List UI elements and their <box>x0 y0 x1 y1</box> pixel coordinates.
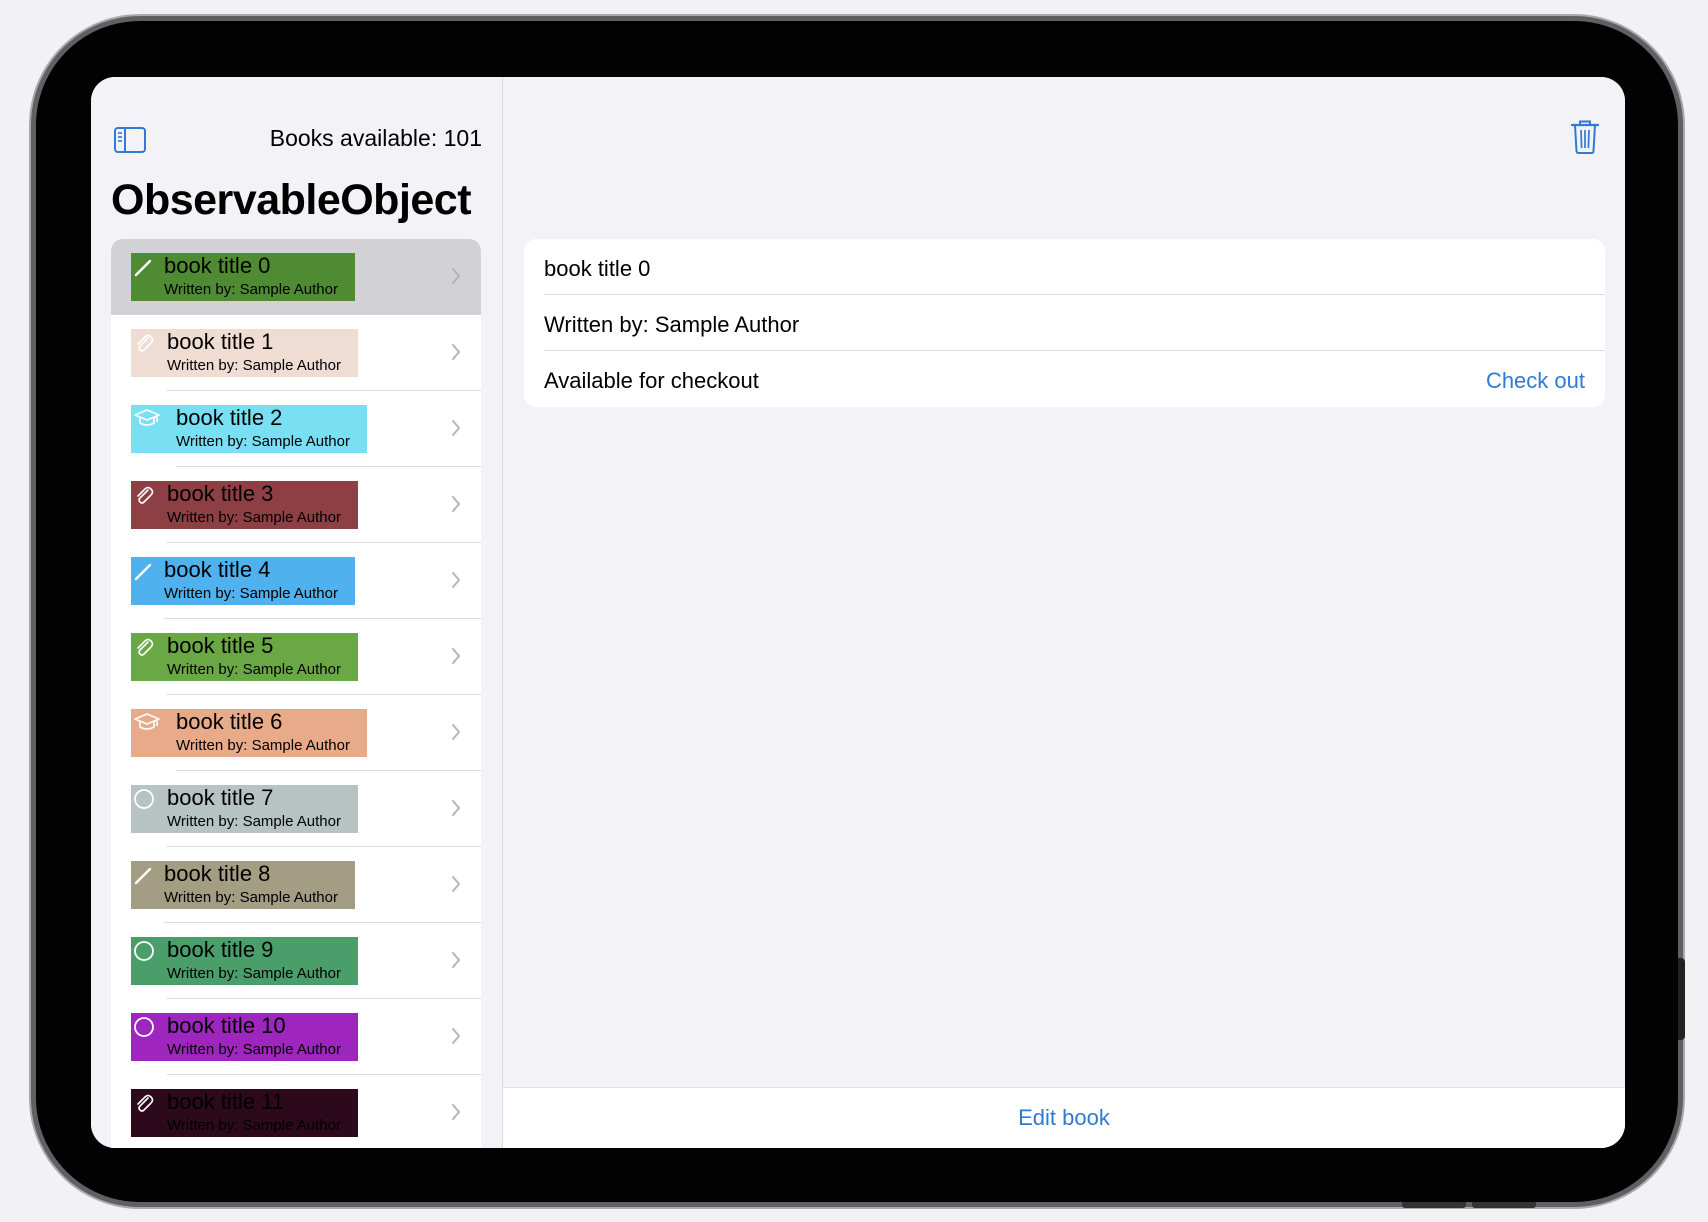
book-badge: book title 9 Written by: Sample Author <box>131 937 358 985</box>
book-list-item[interactable]: book title 0 Written by: Sample Author <box>111 239 481 315</box>
detail-pane: book title 0 Written by: Sample Author A… <box>503 77 1625 1148</box>
book-badge: book title 4 Written by: Sample Author <box>131 557 355 605</box>
book-list-item[interactable]: book title 5 Written by: Sample Author <box>111 619 481 695</box>
sidebar-toggle-icon[interactable] <box>114 127 146 153</box>
volume-button <box>1472 1202 1536 1208</box>
page-title: ObservableObject <box>111 176 472 224</box>
book-list-item[interactable]: book title 1 Written by: Sample Author <box>111 315 481 391</box>
detail-author-row: Written by: Sample Author <box>524 295 1605 351</box>
book-list-item[interactable]: book title 9 Written by: Sample Author <box>111 923 481 999</box>
book-list-item[interactable]: book title 10 Written by: Sample Author <box>111 999 481 1075</box>
book-badge: book title 6 Written by: Sample Author <box>131 709 367 757</box>
pencil-icon <box>133 560 155 582</box>
availability-status: Available for checkout <box>544 368 759 393</box>
trash-icon[interactable] <box>1570 120 1600 154</box>
book-author: Written by: Sample Author <box>167 1041 341 1058</box>
book-list: book title 0 Written by: Sample Author boo… <box>111 239 481 1148</box>
book-badge: book title 2 Written by: Sample Author <box>131 405 367 453</box>
book-list-item[interactable]: book title 6 Written by: Sample Author <box>111 695 481 771</box>
book-title: book title 9 <box>167 937 274 962</box>
book-badge: book title 5 Written by: Sample Author <box>131 633 358 681</box>
chevron-right-icon <box>451 267 461 285</box>
graduationcap-icon <box>133 408 160 430</box>
chevron-right-icon <box>451 723 461 741</box>
book-title: book title 7 <box>167 785 274 810</box>
book-detail-card: book title 0 Written by: Sample Author A… <box>524 239 1605 407</box>
graduationcap-icon <box>133 712 160 734</box>
book-list-item[interactable]: book title 7 Written by: Sample Author <box>111 771 481 847</box>
bottom-toolbar: Edit book <box>503 1087 1625 1148</box>
book-badge: book title 3 Written by: Sample Author <box>131 481 358 529</box>
chevron-right-icon <box>451 419 461 437</box>
edit-book-button[interactable]: Edit book <box>503 1105 1625 1131</box>
paperclip-icon <box>133 1092 155 1114</box>
book-list-item[interactable]: book title 2 Written by: Sample Author <box>111 391 481 467</box>
book-list-item[interactable]: book title 4 Written by: Sample Author <box>111 543 481 619</box>
book-title: book title 0 <box>164 253 271 278</box>
pencil-icon <box>133 256 155 278</box>
book-list-item[interactable]: book title 3 Written by: Sample Author <box>111 467 481 543</box>
detail-title: book title 0 <box>544 256 651 281</box>
book-title: book title 2 <box>176 405 283 430</box>
book-list-item[interactable]: book title 11 Written by: Sample Author <box>111 1075 481 1148</box>
book-list-item[interactable]: book title 8 Written by: Sample Author <box>111 847 481 923</box>
paperclip-icon <box>133 332 155 354</box>
book-title: book title 5 <box>167 633 274 658</box>
circle-icon <box>133 1016 155 1038</box>
volume-button <box>1402 1202 1466 1208</box>
book-author: Written by: Sample Author <box>167 965 341 982</box>
circle-icon <box>133 788 155 810</box>
book-author: Written by: Sample Author <box>167 509 341 526</box>
book-badge: book title 10 Written by: Sample Author <box>131 1013 358 1061</box>
chevron-right-icon <box>451 1103 461 1121</box>
book-badge: book title 1 Written by: Sample Author <box>131 329 358 377</box>
book-author: Written by: Sample Author <box>176 433 350 450</box>
book-title: book title 10 <box>167 1013 286 1038</box>
book-badge: book title 11 Written by: Sample Author <box>131 1089 358 1137</box>
paperclip-icon <box>133 636 155 658</box>
book-badge: book title 0 Written by: Sample Author <box>131 253 355 301</box>
book-author: Written by: Sample Author <box>164 281 338 298</box>
book-author: Written by: Sample Author <box>164 889 338 906</box>
pencil-icon <box>133 864 155 886</box>
book-title: book title 3 <box>167 481 274 506</box>
book-author: Written by: Sample Author <box>164 585 338 602</box>
detail-author: Written by: Sample Author <box>544 312 800 337</box>
chevron-right-icon <box>451 1027 461 1045</box>
book-badge: book title 8 Written by: Sample Author <box>131 861 355 909</box>
detail-title-row: book title 0 <box>524 239 1605 295</box>
book-author: Written by: Sample Author <box>167 813 341 830</box>
chevron-right-icon <box>451 951 461 969</box>
book-title: book title 4 <box>164 557 271 582</box>
book-author: Written by: Sample Author <box>167 357 341 374</box>
chevron-right-icon <box>451 343 461 361</box>
chevron-right-icon <box>451 875 461 893</box>
book-badge: book title 7 Written by: Sample Author <box>131 785 358 833</box>
book-title: book title 6 <box>176 709 283 734</box>
check-out-button[interactable]: Check out <box>1486 368 1585 394</box>
chevron-right-icon <box>451 571 461 589</box>
book-author: Written by: Sample Author <box>167 661 341 678</box>
books-available-label: Books available: 101 <box>269 125 482 151</box>
detail-availability-row: Available for checkout Check out <box>524 351 1605 407</box>
book-title: book title 11 <box>167 1089 285 1114</box>
circle-icon <box>133 940 155 962</box>
chevron-right-icon <box>451 799 461 817</box>
screen: Books available: 101 ObservableObject bo… <box>91 77 1625 1148</box>
chevron-right-icon <box>451 495 461 513</box>
book-author: Written by: Sample Author <box>167 1117 341 1134</box>
sidebar: Books available: 101 ObservableObject bo… <box>91 77 503 1148</box>
book-title: book title 1 <box>167 329 274 354</box>
book-title: book title 8 <box>164 861 271 886</box>
side-button <box>1678 958 1685 1040</box>
chevron-right-icon <box>451 647 461 665</box>
book-author: Written by: Sample Author <box>176 737 350 754</box>
paperclip-icon <box>133 484 155 506</box>
